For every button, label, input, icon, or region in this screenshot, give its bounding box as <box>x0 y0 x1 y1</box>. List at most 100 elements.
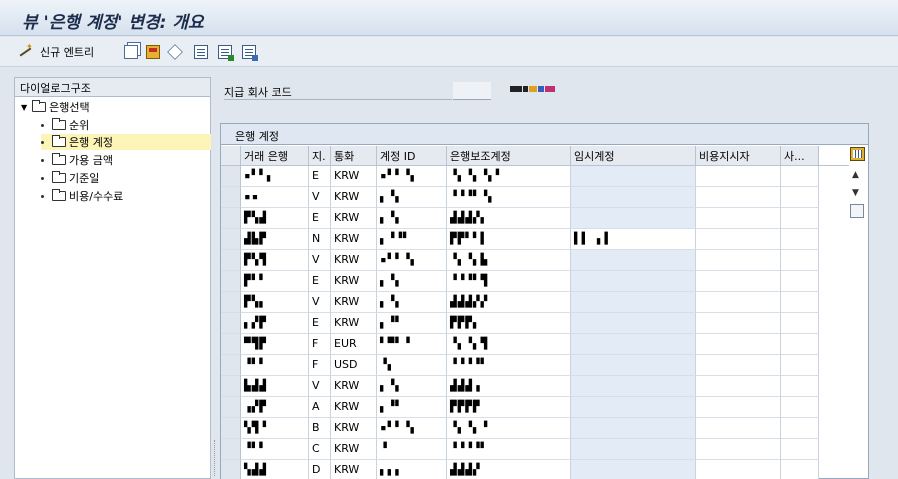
col-header-currency[interactable]: 통화 <box>331 146 377 166</box>
cell-payment-method[interactable]: F <box>309 355 331 376</box>
cell-more[interactable] <box>781 397 819 418</box>
cell-clearing-account[interactable] <box>571 166 696 187</box>
cell-house-bank[interactable]: ▛▚▖ <box>241 292 309 313</box>
row-selector[interactable] <box>221 313 241 334</box>
select-all-rows-header[interactable] <box>221 146 241 166</box>
cell-payment-method[interactable]: A <box>309 397 331 418</box>
cell-clearing-account[interactable] <box>571 418 696 439</box>
cell-payment-method[interactable]: V <box>309 250 331 271</box>
scroll-up-arrow-icon[interactable]: ▲ <box>852 170 859 180</box>
row-selector[interactable] <box>221 355 241 376</box>
cell-house-bank[interactable]: ▚▟▟ <box>241 460 309 479</box>
cell-house-bank[interactable]: ▪▪ <box>241 187 309 208</box>
cell-account-id[interactable]: ▖▝▝▘ <box>377 229 447 250</box>
cell-charges-indicator[interactable] <box>696 418 781 439</box>
cell-account-id[interactable]: ▪▘▘▝▖ <box>377 418 447 439</box>
select-block-button[interactable] <box>218 43 234 61</box>
cell-bank-subaccount[interactable]: ▛▛▘▘▌ <box>447 229 571 250</box>
cell-more[interactable] <box>781 166 819 187</box>
cell-currency[interactable]: KRW <box>331 292 377 313</box>
table-row[interactable]: ▛▚▟ E KRW ▖▝▖ ▟▟▟▞▖ <box>221 208 849 229</box>
cell-currency[interactable]: KRW <box>331 397 377 418</box>
cell-house-bank[interactable]: ▟▙▛ <box>241 229 309 250</box>
row-selector[interactable] <box>221 439 241 460</box>
paying-company-code-input[interactable] <box>453 82 491 100</box>
table-settings-icon[interactable] <box>850 147 865 161</box>
tree-root-bank-selection[interactable]: ▼ 은행선택 <box>21 99 90 115</box>
cell-bank-subaccount[interactable]: ▛▛▛▖ <box>447 313 571 334</box>
table-row[interactable]: ▛▚▖ V KRW ▖▝▖ ▟▟▟▞▞ <box>221 292 849 313</box>
cell-clearing-account[interactable] <box>571 439 696 460</box>
cell-payment-method[interactable]: D <box>309 460 331 479</box>
cell-clearing-account[interactable] <box>571 376 696 397</box>
deselect-all-button[interactable] <box>242 43 258 61</box>
cell-payment-method[interactable]: V <box>309 187 331 208</box>
cell-house-bank[interactable]: ▝▘▘ <box>241 439 309 460</box>
cell-charges-indicator[interactable] <box>696 229 781 250</box>
cell-bank-subaccount[interactable]: ▟▟▟▞ <box>447 460 571 479</box>
col-header-house-bank[interactable]: 거래 은행 <box>241 146 309 166</box>
cell-charges-indicator[interactable] <box>696 313 781 334</box>
cell-more[interactable] <box>781 250 819 271</box>
cell-clearing-account[interactable] <box>571 187 696 208</box>
cell-charges-indicator[interactable] <box>696 460 781 479</box>
cell-clearing-account[interactable] <box>571 460 696 479</box>
cell-house-bank[interactable]: ▚▜▝ <box>241 418 309 439</box>
cell-bank-subaccount[interactable]: ▝▝▝▝▘ <box>447 439 571 460</box>
cell-currency[interactable]: KRW <box>331 229 377 250</box>
cell-clearing-account[interactable] <box>571 271 696 292</box>
cell-house-bank[interactable]: ▗▞▛ <box>241 397 309 418</box>
cell-bank-subaccount[interactable]: ▟▟▟▗ <box>447 376 571 397</box>
cell-payment-method[interactable]: E <box>309 313 331 334</box>
table-row[interactable]: ▪▘▘▖ E KRW ▪▘▘▝▖ ▝▖▝▖▝▖▘ <box>221 166 849 187</box>
tree-item-rank[interactable]: 순위 <box>41 117 89 133</box>
col-header-charges-indicator[interactable]: 비용지시자 <box>696 146 781 166</box>
tree-item-value-date[interactable]: 기준일 <box>41 170 99 186</box>
row-selector[interactable] <box>221 166 241 187</box>
cell-payment-method[interactable]: E <box>309 166 331 187</box>
table-row[interactable]: ▚▜▝ B KRW ▪▘▘▝▖ ▝▖▝▖▝ <box>221 418 849 439</box>
row-selector[interactable] <box>221 397 241 418</box>
cell-more[interactable] <box>781 313 819 334</box>
col-header-bank-subaccount[interactable]: 은행보조계정 <box>447 146 571 166</box>
cell-charges-indicator[interactable] <box>696 271 781 292</box>
cell-currency[interactable]: USD <box>331 355 377 376</box>
cell-bank-subaccount[interactable]: ▝▖▝▖▝ <box>447 418 571 439</box>
cell-clearing-account[interactable]: ▌▌ ▖▌ <box>571 229 696 250</box>
cell-clearing-account[interactable] <box>571 208 696 229</box>
cell-account-id[interactable]: ▪▘▘▝▖ <box>377 250 447 271</box>
cell-more[interactable] <box>781 460 819 479</box>
cell-account-id[interactable]: ▘▀▘▝ <box>377 334 447 355</box>
cell-currency[interactable]: KRW <box>331 166 377 187</box>
cell-payment-method[interactable]: V <box>309 376 331 397</box>
table-row[interactable]: ▗▞▛ A KRW ▖▝▘ ▛▛▛▛ <box>221 397 849 418</box>
cell-charges-indicator[interactable] <box>696 292 781 313</box>
cell-house-bank[interactable]: ▛▚▜ <box>241 250 309 271</box>
undo-button[interactable] <box>167 43 183 61</box>
cell-clearing-account[interactable] <box>571 292 696 313</box>
copy-button[interactable] <box>124 43 138 61</box>
cell-more[interactable] <box>781 271 819 292</box>
col-header-more[interactable]: 사... <box>781 146 819 166</box>
save-button[interactable] <box>146 43 160 61</box>
expand-triangle-icon[interactable]: ▼ <box>21 103 27 112</box>
cell-house-bank[interactable]: ▛▚▟ <box>241 208 309 229</box>
cell-payment-method[interactable]: N <box>309 229 331 250</box>
cell-bank-subaccount[interactable]: ▝▝▝▝▘ <box>447 355 571 376</box>
table-row[interactable]: ▝▘▘ F USD ▝▖ ▝▝▝▝▘ <box>221 355 849 376</box>
cell-payment-method[interactable]: E <box>309 208 331 229</box>
row-selector[interactable] <box>221 208 241 229</box>
row-selector[interactable] <box>221 250 241 271</box>
cell-account-id[interactable]: ▖▝▖ <box>377 187 447 208</box>
cell-more[interactable] <box>781 208 819 229</box>
col-header-payment-method[interactable]: 지. <box>309 146 331 166</box>
cell-charges-indicator[interactable] <box>696 334 781 355</box>
row-selector[interactable] <box>221 229 241 250</box>
cell-charges-indicator[interactable] <box>696 397 781 418</box>
cell-clearing-account[interactable] <box>571 355 696 376</box>
cell-bank-subaccount[interactable]: ▝▝▝▘▝▖ <box>447 187 571 208</box>
cell-more[interactable] <box>781 376 819 397</box>
cell-house-bank[interactable]: ▀▜▛ <box>241 334 309 355</box>
cell-more[interactable] <box>781 439 819 460</box>
cell-currency[interactable]: KRW <box>331 313 377 334</box>
